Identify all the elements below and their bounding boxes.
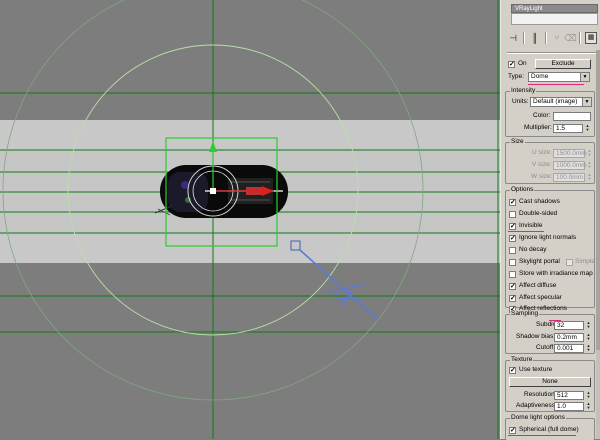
subdivs-spinner[interactable]: 32	[554, 321, 584, 330]
adaptiveness-spinner[interactable]: 1.0	[554, 402, 584, 411]
spinner-arrows-icon[interactable]: ▲ ▼	[586, 321, 591, 330]
make-unique-icon[interactable]: ⑂	[551, 32, 563, 44]
intensity-title: Intensity	[510, 87, 537, 95]
w-size-label: W size:	[531, 173, 553, 180]
spinner-arrows-icon[interactable]: ▲ ▼	[586, 391, 591, 400]
subdivs-highlight-underline	[549, 320, 561, 321]
size-rollout: Size U size: 1500.0mm ▲ ▼ V size: 1000.0m…	[505, 138, 595, 184]
cutoff-label: Cutoff:	[536, 344, 556, 351]
spinner-arrows-icon[interactable]: ▲ ▼	[587, 149, 592, 158]
pin-stack-icon[interactable]: ⊣	[507, 32, 519, 44]
on-label: On	[518, 60, 527, 67]
double-sided-checkbox[interactable]	[509, 211, 516, 218]
use-texture-label: Use texture	[519, 366, 553, 373]
on-checkbox[interactable]: ✓	[508, 61, 515, 68]
show-end-result-icon[interactable]: ║	[529, 32, 541, 44]
ignore-light-normals-checkbox[interactable]: ✓	[509, 235, 516, 242]
affect-diffuse-checkbox[interactable]: ✓	[509, 283, 516, 290]
affect-specular-label: Affect specular	[519, 294, 562, 301]
viewport-top[interactable]	[0, 0, 500, 439]
toolbar-divider	[545, 32, 547, 44]
spinner-arrows-icon[interactable]: ▲ ▼	[586, 344, 591, 353]
dome-light-rollout: Dome light options ✓ Spherical (full dom…	[505, 414, 595, 440]
units-label: Units:	[512, 98, 529, 105]
v-size-spinner[interactable]: 1000.0mm	[553, 161, 587, 170]
sampling-rollout: Sampling Subdivs: 32 ▲ ▼ Shadow bias: 0.2…	[505, 310, 595, 354]
no-decay-label: No decay	[519, 246, 547, 253]
options-title: Options	[510, 186, 535, 194]
panel-scroll-thumb[interactable]	[596, 50, 600, 350]
type-dropdown-value: Dome	[531, 73, 549, 80]
no-decay-checkbox[interactable]	[509, 247, 516, 254]
skylight-portal-checkbox[interactable]	[509, 259, 516, 266]
cutoff-spinner[interactable]: 0.001	[554, 344, 584, 353]
shadow-bias-label: Shadow bias:	[516, 333, 556, 340]
exclude-button[interactable]: Exclude	[535, 59, 591, 69]
panel-separator	[507, 52, 597, 54]
toolbar-divider	[579, 32, 581, 44]
resolution-label: Resolution:	[524, 391, 557, 398]
modifier-stack-list[interactable]	[511, 13, 598, 25]
configure-sets-icon[interactable]: ▦	[585, 32, 597, 44]
resolution-spinner[interactable]: 512	[554, 391, 584, 400]
sampling-title: Sampling	[510, 310, 540, 318]
multiplier-label: Multiplier:	[524, 124, 552, 131]
options-rollout: Options ✓ Cast shadows Double-sided ✓ In…	[505, 186, 595, 313]
spherical-highlight-underline	[508, 435, 576, 436]
general-rollout: ✓ On Exclude Type: Dome ▼	[505, 58, 595, 86]
v-size-label: V size:	[532, 161, 552, 168]
spinner-arrows-icon[interactable]: ▲ ▼	[585, 124, 590, 133]
spherical-checkbox[interactable]: ✓	[509, 427, 516, 434]
double-sided-label: Double-sided	[519, 210, 558, 217]
u-size-label: U size:	[532, 149, 552, 156]
ignore-light-normals-label: Ignore light normals	[519, 234, 577, 241]
dome-light-title: Dome light options	[510, 414, 566, 422]
light-color-swatch[interactable]	[553, 112, 591, 121]
spherical-label: Spherical (full dome)	[519, 426, 579, 433]
w-size-spinner[interactable]: 100.0mm	[553, 173, 585, 182]
adaptiveness-label: Adaptiveness:	[516, 402, 557, 409]
u-size-spinner[interactable]: 1500.0mm	[553, 149, 587, 158]
type-highlight-underline	[528, 84, 584, 85]
object-name-field[interactable]: VRayLight	[511, 4, 598, 13]
affect-diffuse-label: Affect diffuse	[519, 282, 557, 289]
texture-title: Texture	[510, 356, 534, 364]
spinner-arrows-icon[interactable]: ▲ ▼	[587, 161, 592, 170]
simple-label: Simple	[575, 258, 595, 265]
affect-specular-checkbox[interactable]: ✓	[509, 295, 516, 302]
spinner-arrows-icon[interactable]: ▲ ▼	[587, 173, 592, 182]
skylight-portal-label: Skylight portal	[519, 258, 560, 265]
cast-shadows-checkbox[interactable]: ✓	[509, 199, 516, 206]
invisible-label: Invisible	[519, 222, 543, 229]
spinner-arrows-icon[interactable]: ▲ ▼	[586, 333, 591, 342]
chevron-down-icon[interactable]: ▼	[580, 73, 589, 81]
invisible-highlight-underline	[508, 231, 544, 232]
store-irradiance-checkbox[interactable]	[509, 271, 516, 278]
chevron-down-icon[interactable]: ▼	[582, 98, 591, 106]
invisible-checkbox[interactable]: ✓	[509, 223, 516, 230]
units-dropdown[interactable]: Default (image) ▼	[530, 97, 592, 107]
use-texture-checkbox[interactable]: ✓	[509, 367, 516, 374]
spinner-arrows-icon[interactable]: ▲ ▼	[586, 402, 591, 411]
size-title: Size	[510, 138, 525, 146]
gizmo-center	[210, 188, 216, 194]
toolbar-divider	[523, 32, 525, 44]
texture-map-button[interactable]: None	[509, 377, 591, 387]
cast-shadows-label: Cast shadows	[519, 198, 560, 205]
multiplier-spinner[interactable]: 1.5	[553, 124, 583, 133]
panel-scrollbar[interactable]	[596, 50, 600, 439]
intensity-rollout: Intensity Units: Default (image) ▼ Color…	[505, 87, 595, 137]
store-irradiance-label: Store with irradiance map	[519, 270, 593, 277]
shadow-bias-spinner[interactable]: 0.2mm	[554, 333, 584, 342]
type-dropdown[interactable]: Dome ▼	[528, 72, 590, 82]
units-dropdown-value: Default (image)	[533, 98, 578, 105]
color-label: Color:	[533, 112, 551, 119]
modifier-stack-toolbar: ⊣ ║ ⑂ ⌫ ▦	[501, 28, 600, 48]
viewport-scene[interactable]	[0, 0, 500, 439]
simple-checkbox[interactable]	[566, 259, 573, 266]
remove-modifier-icon[interactable]: ⌫	[564, 32, 577, 44]
type-label: Type:	[508, 73, 524, 80]
texture-rollout: Texture ✓ Use texture None Resolution: 5…	[505, 356, 595, 412]
